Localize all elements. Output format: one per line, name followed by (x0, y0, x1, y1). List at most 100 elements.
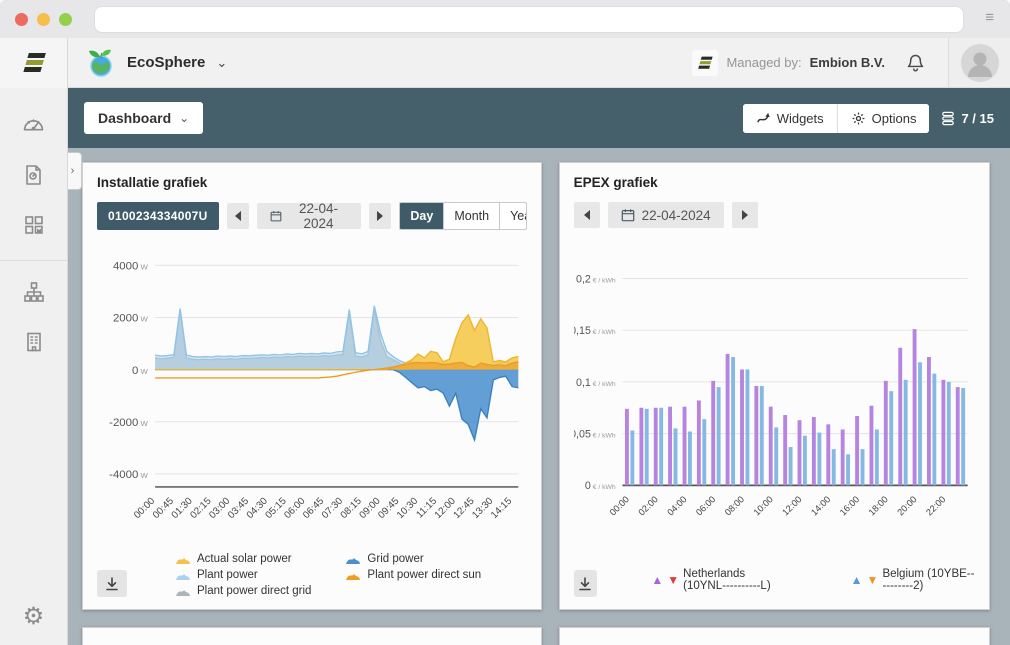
svg-text:4000 W: 4000 W (113, 261, 149, 273)
dashboard-content: › Installatie grafiek 0100234334007U (68, 148, 1010, 645)
browser-window: ≡ (0, 0, 1010, 645)
date-picker-button[interactable]: 22-04-2024 (257, 203, 361, 229)
legend-label: Plant power direct sun (367, 569, 481, 581)
chevron-down-icon: ⌄ (216, 55, 227, 71)
zoom-window-button[interactable] (59, 13, 72, 26)
widget-counter: 7 / 15 (941, 111, 994, 126)
widgets-button-label: Widgets (777, 111, 824, 126)
chevron-right-icon (377, 211, 383, 221)
user-menu[interactable] (948, 38, 1010, 87)
svg-text:18:00: 18:00 (866, 494, 889, 517)
sidebar-item-sitemap[interactable] (15, 273, 53, 311)
date-picker-button[interactable]: 22-04-2024 (608, 202, 724, 228)
next-date-button[interactable] (732, 202, 758, 228)
minimize-window-button[interactable] (37, 13, 50, 26)
managed-by-label: Managed by: (726, 55, 801, 70)
options-button[interactable]: Options (837, 104, 930, 133)
download-icon (104, 576, 120, 592)
svg-text:0 W: 0 W (132, 365, 149, 377)
traffic-lights (15, 13, 72, 26)
installation-serial-button[interactable]: 0100234334007U (97, 202, 219, 230)
sidebar-item-reports[interactable] (15, 156, 53, 194)
legend-item: Actual solar power (175, 553, 311, 565)
previous-date-button[interactable] (227, 203, 249, 229)
embion-logo[interactable] (0, 38, 67, 88)
svg-text:0 € / kWh: 0 € / kWh (585, 480, 616, 492)
chevron-right-icon (742, 210, 748, 220)
svg-text:-2000 W: -2000 W (109, 417, 148, 429)
sidebar-item-buildings[interactable] (15, 323, 53, 361)
svg-text:10:00: 10:00 (751, 494, 774, 517)
sidebar-flyout-tab[interactable]: › (68, 152, 82, 190)
download-chart-button[interactable] (97, 570, 127, 597)
svg-text:10:30: 10:30 (395, 495, 421, 521)
sitemap-icon (22, 280, 46, 304)
browser-menu-icon[interactable]: ≡ (985, 9, 994, 26)
chevron-left-icon (235, 211, 241, 221)
svg-text:22:00: 22:00 (924, 494, 947, 517)
partial-card (559, 627, 990, 645)
layers-stack-icon (941, 111, 955, 126)
avatar (960, 43, 1000, 83)
legend-item: Plant power (175, 569, 311, 581)
sidebar-divider (0, 260, 67, 261)
dashboard-selector-label: Dashboard (98, 110, 171, 126)
svg-text:0,2 € / kWh: 0,2 € / kWh (576, 273, 616, 285)
svg-text:0,1 € / kWh: 0,1 € / kWh (576, 377, 616, 389)
embion-logo-icon (20, 49, 48, 77)
calendar-icon (270, 209, 282, 223)
triangle-down-icon: ▼ (867, 574, 879, 586)
range-button-month[interactable]: Month (443, 203, 499, 229)
url-bar[interactable] (95, 7, 963, 32)
range-button-day[interactable]: Day (400, 203, 443, 229)
chevron-down-icon: ⌄ (179, 111, 189, 125)
download-chart-button[interactable] (574, 570, 598, 597)
previous-date-button[interactable] (574, 202, 600, 228)
svg-text:00:00: 00:00 (607, 494, 630, 517)
svg-text:0,15 € / kWh: 0,15 € / kWh (574, 325, 616, 337)
installatie-grafiek-card: Installatie grafiek 0100234334007U 22-04… (82, 162, 542, 610)
sidebar-item-widgets[interactable] (15, 206, 53, 244)
legend-marker-icon (345, 570, 361, 581)
toolbar-button-group: Widgets Options (743, 104, 930, 133)
sidebar-item-settings[interactable]: ⚙ (0, 602, 67, 631)
report-document-icon (22, 163, 46, 187)
app-header: EcoSphere ⌄ (68, 38, 1010, 88)
legend-item: ▲▼Netherlands (10YNL----------L) (651, 568, 790, 592)
date-value: 22-04-2024 (642, 208, 711, 223)
managed-by: Managed by: Embion B.V. (692, 50, 885, 76)
download-icon (577, 576, 593, 592)
organization-switcher[interactable]: EcoSphere ⌄ (68, 47, 227, 79)
browser-chrome: ≡ (0, 0, 1010, 38)
svg-text:20:00: 20:00 (895, 494, 918, 517)
calendar-icon (621, 208, 635, 222)
range-button-year[interactable]: Year (499, 203, 527, 229)
sidebar: ⚙ (0, 38, 68, 645)
svg-text:14:00: 14:00 (809, 494, 832, 517)
widgets-curve-icon (756, 111, 771, 126)
partial-card (82, 627, 542, 645)
svg-text:-4000 W: -4000 W (109, 469, 148, 481)
installatie-chart-svg: 4000 W2000 W0 W-2000 W-4000 W00:0000:450… (97, 238, 527, 549)
legend-item: Plant power direct grid (175, 585, 311, 597)
svg-text:08:00: 08:00 (722, 494, 745, 517)
epex-grafiek-card: EPEX grafiek 22-04-2024 0 (559, 162, 990, 610)
epex-chart-svg: 0,2 € / kWh 0,15 € / kWh 0,1 € / kWh 0,05 €… (574, 236, 975, 564)
widgets-button[interactable]: Widgets (743, 104, 837, 133)
legend-label: Actual solar power (197, 553, 292, 565)
next-date-button[interactable] (369, 203, 391, 229)
card-title: EPEX grafiek (574, 175, 975, 190)
svg-text:0,05 € / kWh: 0,05 € / kWh (574, 428, 616, 440)
embion-mini-logo (692, 50, 718, 76)
installatie-chart: 4000 W2000 W0 W-2000 W-4000 W00:0000:450… (97, 238, 527, 549)
settings-gear-icon: ⚙ (23, 602, 45, 631)
legend-marker-icon (345, 554, 361, 565)
svg-text:04:00: 04:00 (665, 494, 688, 517)
dashboard-selector[interactable]: Dashboard ⌄ (84, 102, 203, 134)
close-window-button[interactable] (15, 13, 28, 26)
epex-legend: ▲▼Netherlands (10YNL----------L)▲▼Belgiu… (651, 568, 975, 597)
dashboard-gauge-icon (21, 113, 46, 138)
notifications-button[interactable] (905, 52, 926, 73)
triangle-up-icon: ▲ (851, 574, 863, 586)
sidebar-item-dashboard[interactable] (15, 106, 53, 144)
